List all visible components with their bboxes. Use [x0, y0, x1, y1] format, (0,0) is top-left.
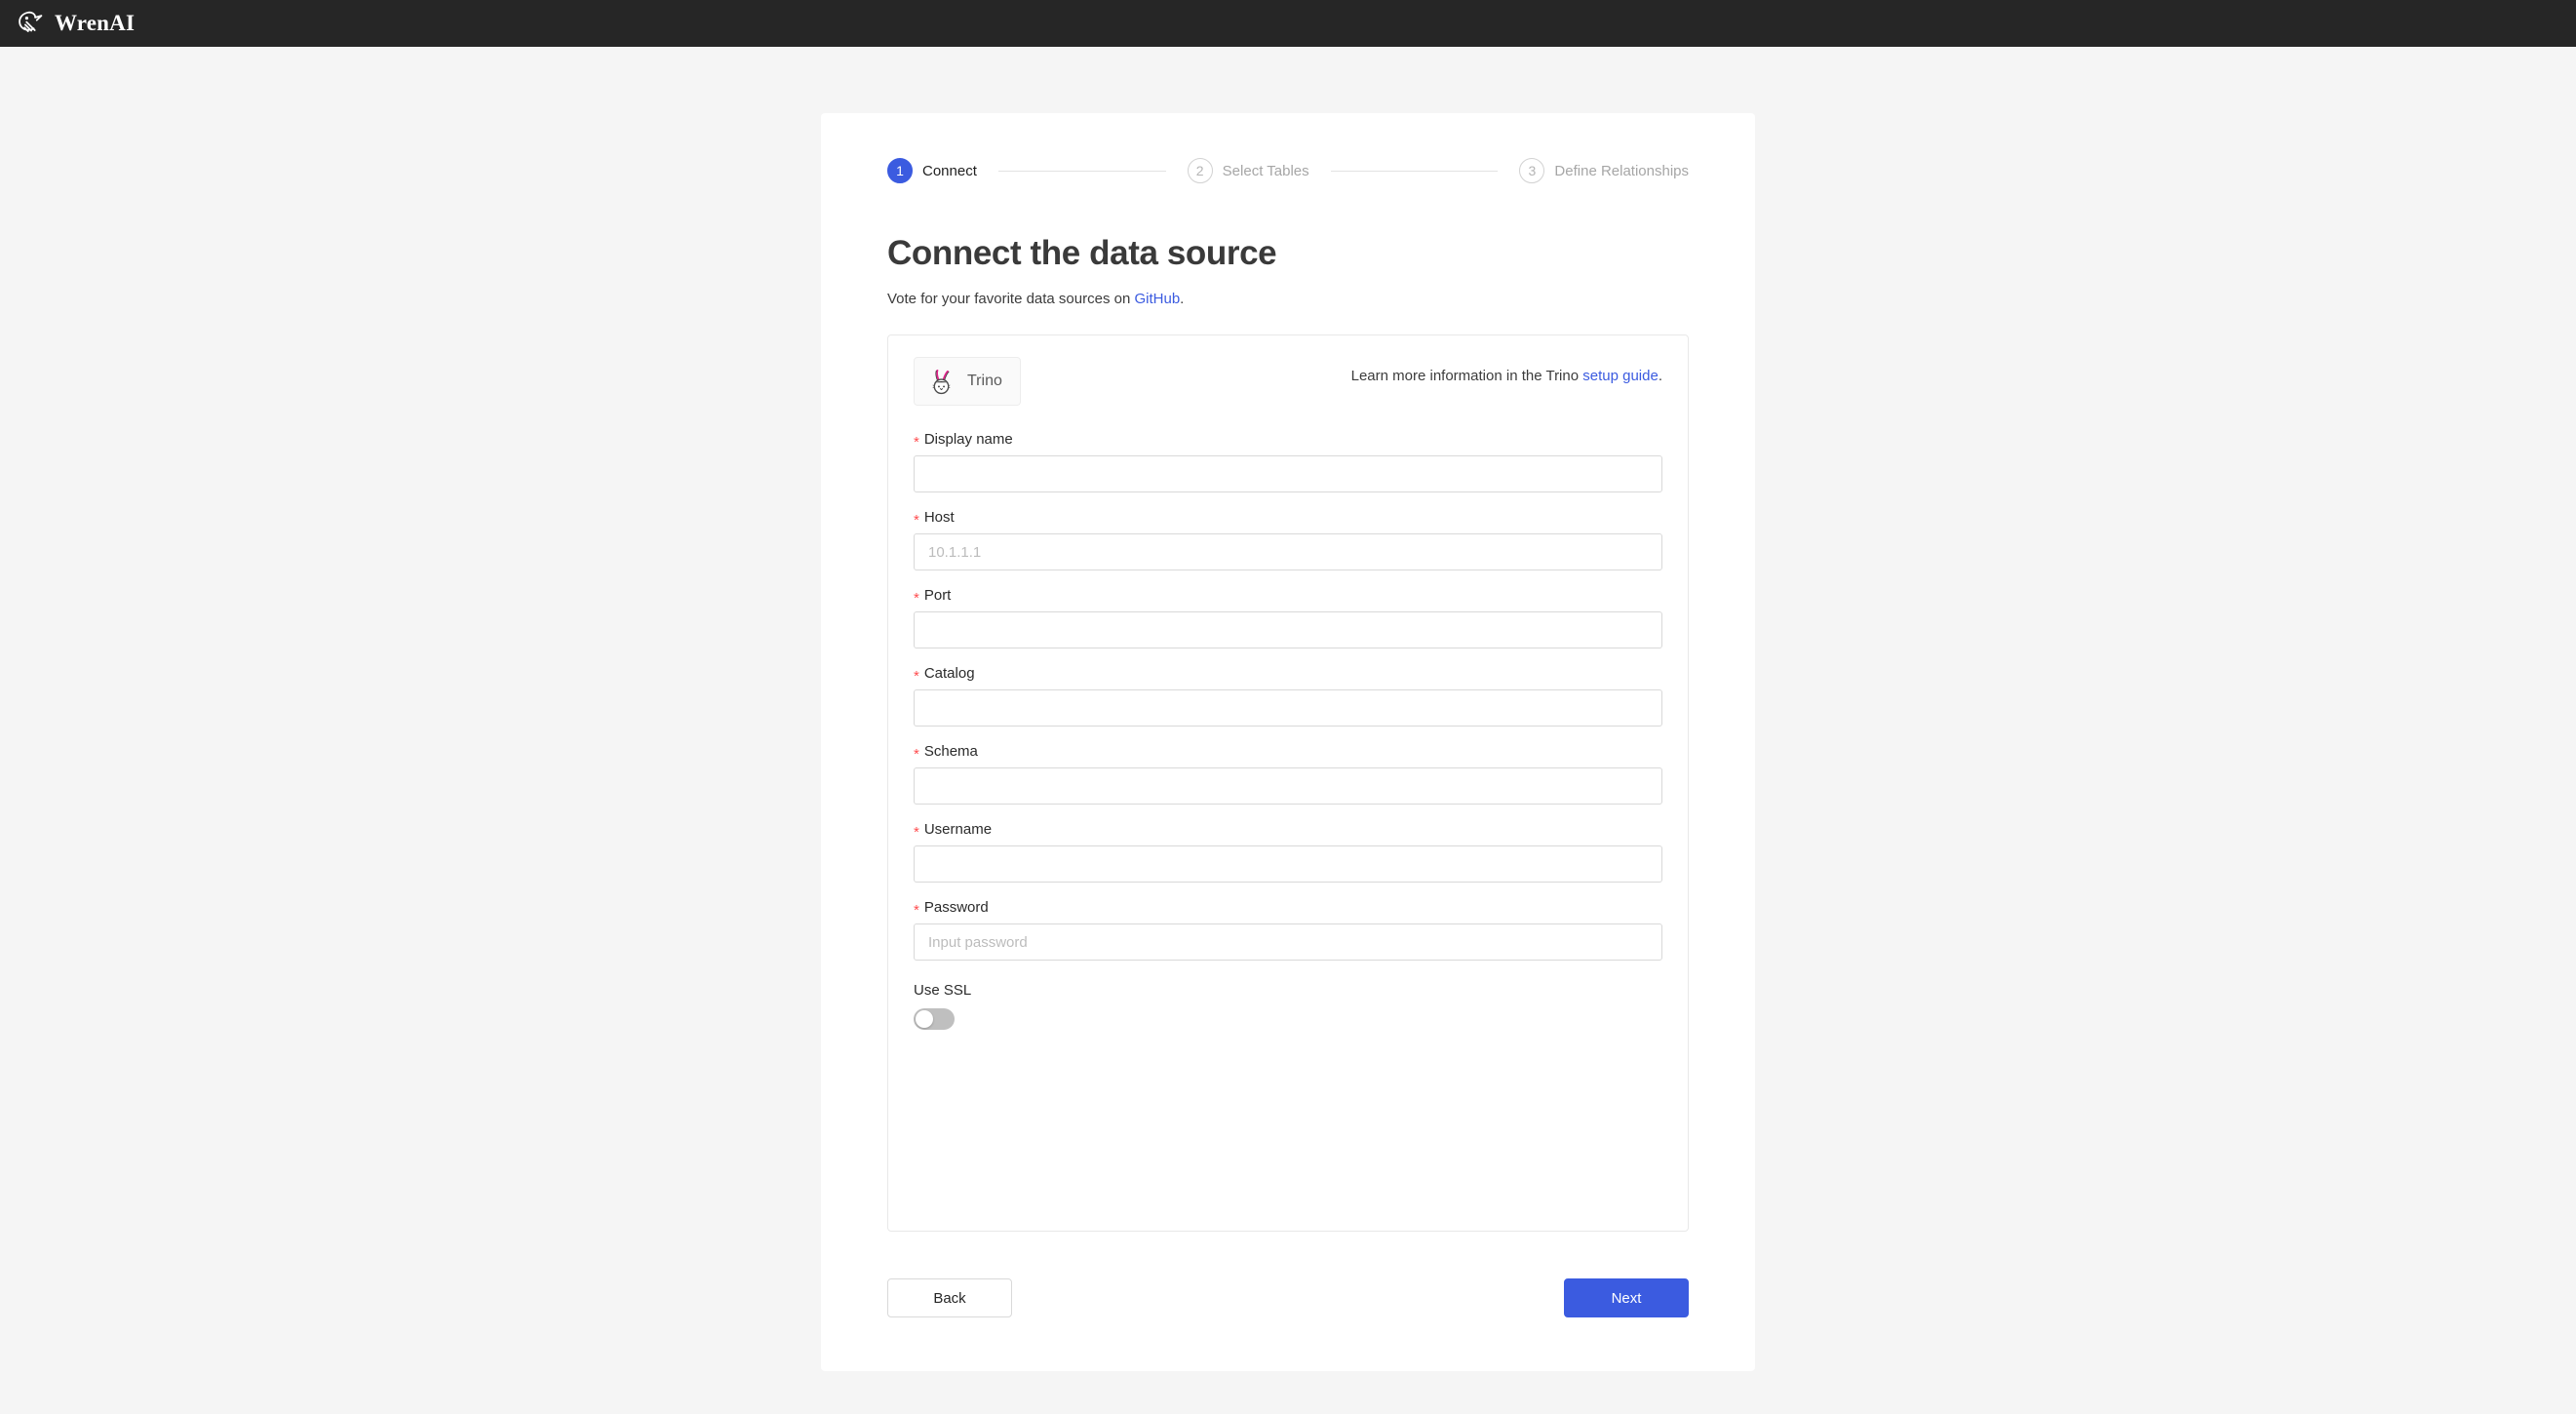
- label-schema: * Schema: [914, 743, 1662, 763]
- step-connector-1: [997, 170, 1166, 172]
- panel-header: Trino Learn more information in the Trin…: [914, 357, 1662, 406]
- label-host: * Host: [914, 509, 1662, 529]
- password-input[interactable]: [914, 923, 1662, 961]
- note-text-suffix: .: [1658, 368, 1662, 384]
- page-title: Connect the data source: [887, 234, 1277, 272]
- next-button[interactable]: Next: [1564, 1278, 1689, 1317]
- label-catalog: * Catalog: [914, 665, 1662, 685]
- github-link[interactable]: GitHub: [1134, 291, 1180, 307]
- trino-rabbit-icon: [932, 370, 951, 395]
- step-connect[interactable]: 1 Connect: [887, 158, 977, 183]
- field-password: * Password: [914, 899, 1662, 961]
- required-asterisk-icon: *: [914, 512, 919, 529]
- step-select-tables[interactable]: 2 Select Tables: [1187, 158, 1309, 183]
- step-2-label: Select Tables: [1222, 162, 1309, 179]
- field-port: * Port: [914, 587, 1662, 648]
- back-button[interactable]: Back: [887, 1278, 1012, 1317]
- field-username: * Username: [914, 821, 1662, 883]
- required-asterisk-icon: *: [914, 668, 919, 685]
- wizard-stepper: 1 Connect 2 Select Tables 3 Define Relat…: [887, 158, 1689, 183]
- step-1-label: Connect: [922, 162, 977, 179]
- field-schema: * Schema: [914, 743, 1662, 805]
- note-text-prefix: Learn more information in the Trino: [1350, 368, 1583, 384]
- field-use-ssl: Use SSL: [914, 982, 1662, 1035]
- display-name-input[interactable]: [914, 455, 1662, 492]
- schema-input[interactable]: [914, 767, 1662, 805]
- wren-bird-icon: [19, 11, 43, 32]
- required-asterisk-icon: *: [914, 746, 919, 763]
- required-asterisk-icon: *: [914, 902, 919, 919]
- subtitle-text-suffix: .: [1180, 291, 1185, 307]
- required-asterisk-icon: *: [914, 590, 919, 607]
- label-password: * Password: [914, 899, 1662, 919]
- step-3-number: 3: [1519, 158, 1545, 183]
- label-schema-text: Schema: [923, 743, 978, 760]
- setup-guide-link[interactable]: setup guide: [1582, 368, 1659, 384]
- app-topbar: WrenAI: [0, 0, 2576, 47]
- label-username: * Username: [914, 821, 1662, 841]
- page-subtitle: Vote for your favorite data sources on G…: [887, 291, 1689, 307]
- required-asterisk-icon: *: [914, 434, 919, 451]
- connection-form-panel: Trino Learn more information in the Trin…: [887, 334, 1689, 1232]
- datasource-name: Trino: [967, 373, 1002, 389]
- username-input[interactable]: [914, 845, 1662, 883]
- step-2-number: 2: [1187, 158, 1213, 183]
- label-username-text: Username: [923, 821, 993, 838]
- port-input[interactable]: [914, 611, 1662, 648]
- step-1-number: 1: [887, 158, 913, 183]
- label-catalog-text: Catalog: [923, 665, 975, 682]
- label-host-text: Host: [923, 509, 955, 526]
- label-display-name: * Display name: [914, 431, 1662, 451]
- field-host: * Host: [914, 509, 1662, 570]
- wizard-footer: Back Next: [887, 1278, 1689, 1317]
- step-connector-2: [1330, 170, 1499, 172]
- brand-name: WrenAI: [55, 11, 136, 35]
- label-port: * Port: [914, 587, 1662, 607]
- label-password-text: Password: [923, 899, 989, 916]
- catalog-input[interactable]: [914, 689, 1662, 727]
- setup-wizard-card: 1 Connect 2 Select Tables 3 Define Relat…: [821, 113, 1755, 1371]
- subtitle-text-prefix: Vote for your favorite data sources on: [887, 291, 1135, 307]
- label-display-name-text: Display name: [923, 431, 1013, 448]
- field-display-name: * Display name: [914, 431, 1662, 492]
- step-3-label: Define Relationships: [1554, 162, 1689, 179]
- label-port-text: Port: [923, 587, 952, 604]
- setup-guide-note: Learn more information in the Trino setu…: [1351, 357, 1662, 389]
- required-asterisk-icon: *: [914, 824, 919, 841]
- use-ssl-toggle[interactable]: [914, 1008, 955, 1030]
- host-input[interactable]: [914, 533, 1662, 570]
- label-use-ssl: Use SSL: [914, 982, 972, 999]
- step-define-relationships[interactable]: 3 Define Relationships: [1519, 158, 1689, 183]
- page-canvas: 1 Connect 2 Select Tables 3 Define Relat…: [0, 47, 2576, 1414]
- toggle-knob: [916, 1010, 933, 1028]
- field-catalog: * Catalog: [914, 665, 1662, 727]
- datasource-badge-trino[interactable]: Trino: [914, 357, 1021, 406]
